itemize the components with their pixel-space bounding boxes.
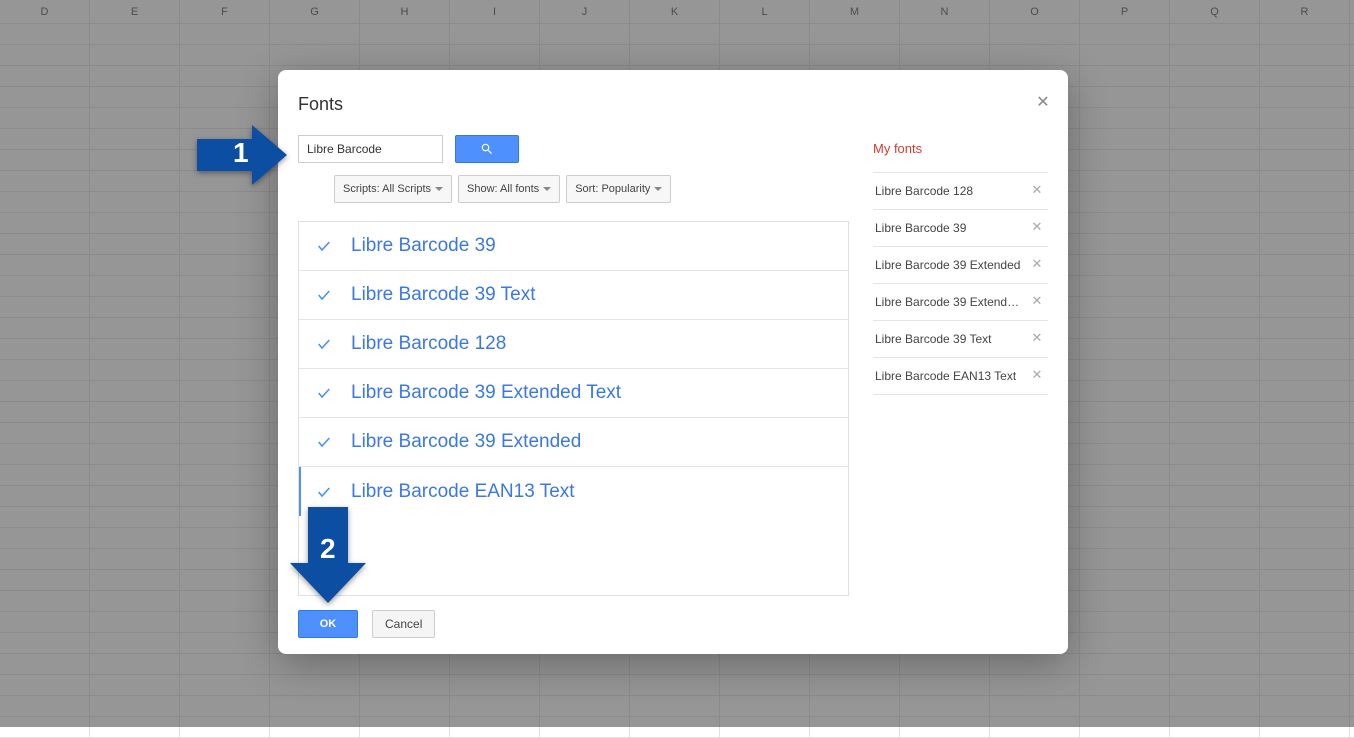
scripts-filter[interactable]: Scripts: All Scripts bbox=[334, 175, 452, 203]
font-result-name: Libre Barcode 39 Extended bbox=[351, 431, 581, 453]
remove-font-button[interactable]: ✕ bbox=[1030, 332, 1044, 346]
caret-down-icon bbox=[543, 187, 551, 191]
my-font-name: Libre Barcode 128 bbox=[875, 184, 973, 198]
font-result-row[interactable]: Libre Barcode 128 bbox=[299, 320, 848, 369]
filter-group: Scripts: All Scripts Show: All fonts Sor… bbox=[334, 175, 671, 203]
font-result-row[interactable]: Libre Barcode 39 Extended Text bbox=[299, 369, 848, 418]
font-result-name: Libre Barcode 128 bbox=[351, 333, 506, 355]
check-icon bbox=[315, 384, 333, 402]
font-result-name: Libre Barcode 39 Text bbox=[351, 284, 536, 306]
check-icon bbox=[315, 483, 333, 501]
callout-2: 2 bbox=[290, 507, 366, 603]
my-font-row[interactable]: Libre Barcode 39 Text ✕ bbox=[873, 321, 1048, 358]
search-icon bbox=[480, 142, 494, 156]
sort-filter-label: Sort: Popularity bbox=[575, 183, 650, 195]
callout-1-number: 1 bbox=[233, 137, 249, 169]
sort-filter[interactable]: Sort: Popularity bbox=[566, 175, 671, 203]
fonts-modal: Fonts ✕ Scripts: All Scripts Show: All f… bbox=[278, 70, 1068, 654]
my-font-row[interactable]: Libre Barcode EAN13 Text ✕ bbox=[873, 358, 1048, 395]
font-result-name: Libre Barcode EAN13 Text bbox=[351, 481, 575, 503]
font-result-row[interactable]: Libre Barcode 39 bbox=[299, 222, 848, 271]
my-font-name: Libre Barcode 39 bbox=[875, 221, 966, 235]
remove-font-button[interactable]: ✕ bbox=[1030, 184, 1044, 198]
remove-font-button[interactable]: ✕ bbox=[1030, 258, 1044, 272]
my-font-row[interactable]: Libre Barcode 39 Extended ✕ bbox=[873, 247, 1048, 284]
show-filter[interactable]: Show: All fonts bbox=[458, 175, 560, 203]
ok-button[interactable]: OK bbox=[298, 610, 358, 638]
my-font-name: Libre Barcode 39 Extended Text bbox=[875, 295, 1025, 309]
check-icon bbox=[315, 433, 333, 451]
font-result-row[interactable]: Libre Barcode 39 Extended bbox=[299, 418, 848, 467]
my-font-row[interactable]: Libre Barcode 39 ✕ bbox=[873, 210, 1048, 247]
controls-row: Scripts: All Scripts Show: All fonts Sor… bbox=[298, 135, 849, 203]
font-result-name: Libre Barcode 39 bbox=[351, 235, 496, 257]
my-font-name: Libre Barcode EAN13 Text bbox=[875, 369, 1016, 383]
my-font-name: Libre Barcode 39 Text bbox=[875, 332, 992, 346]
caret-down-icon bbox=[435, 187, 443, 191]
my-font-name: Libre Barcode 39 Extended bbox=[875, 258, 1020, 272]
check-icon bbox=[315, 237, 333, 255]
font-search-input[interactable] bbox=[298, 135, 443, 163]
my-fonts-pane: My fonts Libre Barcode 128 ✕ Libre Barco… bbox=[873, 135, 1048, 596]
font-result-row[interactable]: Libre Barcode 39 Text bbox=[299, 271, 848, 320]
show-filter-label: Show: All fonts bbox=[467, 183, 539, 195]
font-result-name: Libre Barcode 39 Extended Text bbox=[351, 382, 621, 404]
close-button[interactable]: ✕ bbox=[1032, 92, 1054, 114]
check-icon bbox=[315, 335, 333, 353]
modal-title: Fonts bbox=[298, 94, 1048, 115]
modal-footer: OK Cancel bbox=[298, 610, 1048, 638]
callout-1: 1 bbox=[197, 125, 287, 185]
cancel-button[interactable]: Cancel bbox=[372, 610, 435, 638]
remove-font-button[interactable]: ✕ bbox=[1030, 221, 1044, 235]
font-results-list[interactable]: Libre Barcode 39 Libre Barcode 39 Text L… bbox=[298, 221, 849, 596]
modal-body: Scripts: All Scripts Show: All fonts Sor… bbox=[298, 135, 1048, 596]
scripts-filter-label: Scripts: All Scripts bbox=[343, 183, 431, 195]
my-font-row[interactable]: Libre Barcode 39 Extended Text ✕ bbox=[873, 284, 1048, 321]
my-font-row[interactable]: Libre Barcode 128 ✕ bbox=[873, 173, 1048, 210]
font-result-row[interactable]: Libre Barcode EAN13 Text bbox=[299, 467, 848, 516]
caret-down-icon bbox=[654, 187, 662, 191]
font-search-pane: Scripts: All Scripts Show: All fonts Sor… bbox=[298, 135, 849, 596]
check-icon bbox=[315, 286, 333, 304]
remove-font-button[interactable]: ✕ bbox=[1030, 369, 1044, 383]
remove-font-button[interactable]: ✕ bbox=[1030, 295, 1044, 309]
my-fonts-list: Libre Barcode 128 ✕ Libre Barcode 39 ✕ L… bbox=[873, 172, 1048, 395]
search-button[interactable] bbox=[455, 135, 519, 163]
callout-2-number: 2 bbox=[320, 533, 336, 565]
my-fonts-title: My fonts bbox=[873, 141, 1048, 156]
